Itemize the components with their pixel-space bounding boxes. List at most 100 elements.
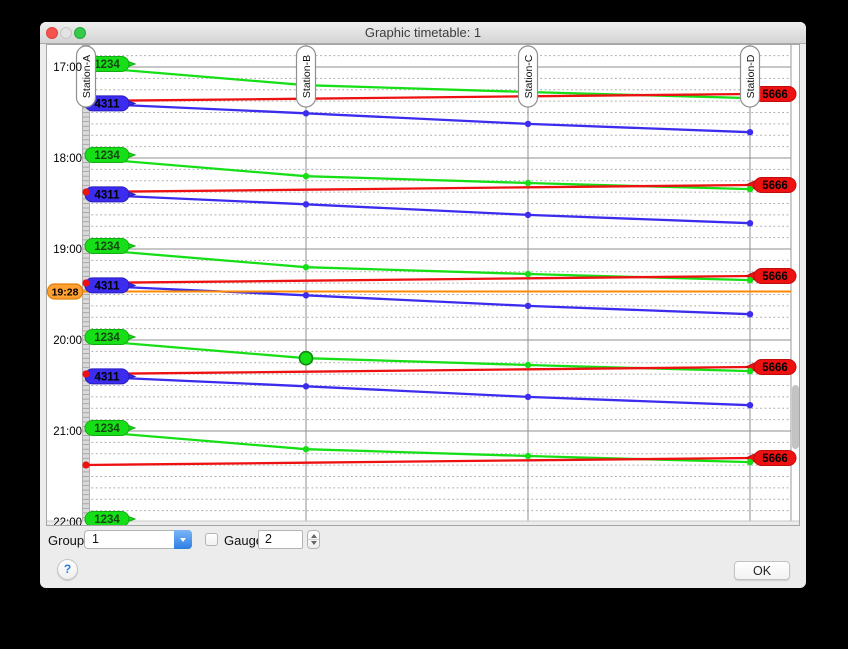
gauge-value-field[interactable]: 2 [258, 530, 303, 549]
train-label-1234[interactable]: 1234 [85, 421, 135, 436]
horizontal-scrollbar-track[interactable] [47, 521, 799, 525]
train-number: 5666 [762, 453, 788, 465]
close-button[interactable] [46, 27, 58, 39]
stop-marker[interactable] [303, 446, 309, 452]
train-number: 5666 [762, 180, 788, 192]
train-label-4311[interactable]: 4311 [85, 278, 135, 293]
stop-marker[interactable] [747, 220, 753, 226]
stop-marker[interactable] [82, 370, 89, 377]
train-line-1234[interactable] [86, 158, 750, 189]
train-number: 1234 [94, 514, 120, 525]
stop-marker[interactable] [303, 292, 309, 298]
station-capsule-station-b[interactable]: Station-B [297, 46, 316, 107]
train-number: 5666 [762, 271, 788, 283]
stop-marker[interactable] [303, 173, 309, 179]
gauge-checkbox[interactable] [205, 533, 218, 546]
vertical-scrollbar-thumb[interactable] [792, 385, 799, 449]
train-line-4311[interactable] [86, 285, 750, 314]
station-capsule-station-a[interactable]: Station-A [77, 46, 96, 107]
current-time-badge: 19:28 [48, 284, 83, 299]
gauge-stepper[interactable] [307, 530, 320, 549]
stop-marker[interactable] [82, 461, 89, 468]
stop-marker[interactable] [747, 368, 753, 374]
stop-marker[interactable] [525, 303, 531, 309]
train-label-5666[interactable]: 5666 [746, 359, 796, 374]
stop-marker[interactable] [525, 271, 531, 277]
train-number: 4311 [95, 280, 121, 292]
train-number: 1234 [94, 332, 120, 344]
stop-marker[interactable] [747, 311, 753, 317]
stop-marker[interactable] [525, 394, 531, 400]
train-number: 5666 [762, 89, 788, 101]
stop-marker[interactable] [747, 402, 753, 408]
train-line-5666[interactable] [86, 276, 750, 283]
stop-marker[interactable] [747, 129, 753, 135]
train-label-1234[interactable]: 1234 [85, 512, 135, 526]
hour-label: 20:00 [53, 335, 82, 347]
train-number: 4311 [95, 189, 121, 201]
train-label-5666[interactable]: 5666 [746, 450, 796, 465]
stop-marker[interactable] [303, 264, 309, 270]
chevron-down-icon [180, 538, 186, 542]
stop-marker[interactable] [82, 279, 89, 286]
stop-marker[interactable] [82, 188, 89, 195]
group-select[interactable]: 1 [84, 530, 192, 549]
stop-marker[interactable] [525, 180, 531, 186]
ok-button[interactable]: OK [734, 561, 790, 580]
train-number: 4311 [95, 371, 121, 383]
train-line-5666[interactable] [86, 185, 750, 192]
station-capsule-station-d[interactable]: Station-D [741, 46, 760, 107]
train-line-1234[interactable] [86, 249, 750, 280]
train-line-5666[interactable] [86, 367, 750, 374]
train-label-1234[interactable]: 1234 [85, 239, 135, 254]
stop-marker[interactable] [525, 362, 531, 368]
combo-arrow-button[interactable] [174, 530, 192, 549]
stop-marker[interactable] [747, 186, 753, 192]
train-number: 1234 [94, 150, 120, 162]
dialog-window: Graphic timetable: 1 1234123412341234123… [40, 22, 806, 588]
stop-marker[interactable] [303, 110, 309, 116]
train-label-4311[interactable]: 4311 [85, 369, 135, 384]
train-line-1234[interactable] [86, 431, 750, 462]
station-name: Station-C [523, 54, 535, 98]
group-select-value: 1 [92, 531, 99, 548]
help-button[interactable]: ? [57, 559, 78, 580]
train-number: 1234 [94, 241, 120, 253]
station-capsule-station-c[interactable]: Station-C [519, 46, 538, 107]
train-line-4311[interactable] [86, 194, 750, 223]
question-mark-icon: ? [64, 562, 71, 576]
timetable-chart[interactable]: 1234 1234 1234 1234 1234 1234 4311 4311 4311 4311… [46, 44, 800, 526]
train-line-1234[interactable] [86, 340, 750, 371]
station-name: Station-D [745, 54, 757, 98]
train-line-5666[interactable] [86, 94, 750, 101]
train-number: 4311 [95, 98, 121, 110]
minimize-button[interactable] [60, 27, 72, 39]
train-label-1234[interactable]: 1234 [85, 330, 135, 345]
stop-marker[interactable] [525, 212, 531, 218]
train-label-5666[interactable]: 5666 [746, 177, 796, 192]
stop-marker[interactable] [303, 383, 309, 389]
station-name: Station-B [301, 55, 313, 98]
selected-stop-marker[interactable] [300, 352, 313, 365]
train-label-4311[interactable]: 4311 [85, 187, 135, 202]
titlebar[interactable]: Graphic timetable: 1 [40, 22, 806, 44]
zoom-button[interactable] [74, 27, 86, 39]
train-line-4311[interactable] [86, 103, 750, 132]
train-label-1234[interactable]: 1234 [85, 148, 135, 163]
train-line-4311[interactable] [86, 376, 750, 405]
stepper-down-icon[interactable] [311, 541, 317, 545]
stop-marker[interactable] [303, 201, 309, 207]
train-number: 1234 [94, 59, 120, 71]
stop-marker[interactable] [525, 121, 531, 127]
train-label-5666[interactable]: 5666 [746, 268, 796, 283]
train-line-1234[interactable] [86, 67, 750, 98]
stepper-up-icon[interactable] [311, 534, 317, 538]
hour-label: 17:00 [53, 62, 82, 74]
stop-marker[interactable] [747, 459, 753, 465]
train-number: 1234 [94, 423, 120, 435]
hour-label: 19:00 [53, 244, 82, 256]
stop-marker[interactable] [747, 277, 753, 283]
train-line-5666[interactable] [86, 458, 750, 465]
hour-label: 18:00 [53, 153, 82, 165]
stop-marker[interactable] [525, 453, 531, 459]
